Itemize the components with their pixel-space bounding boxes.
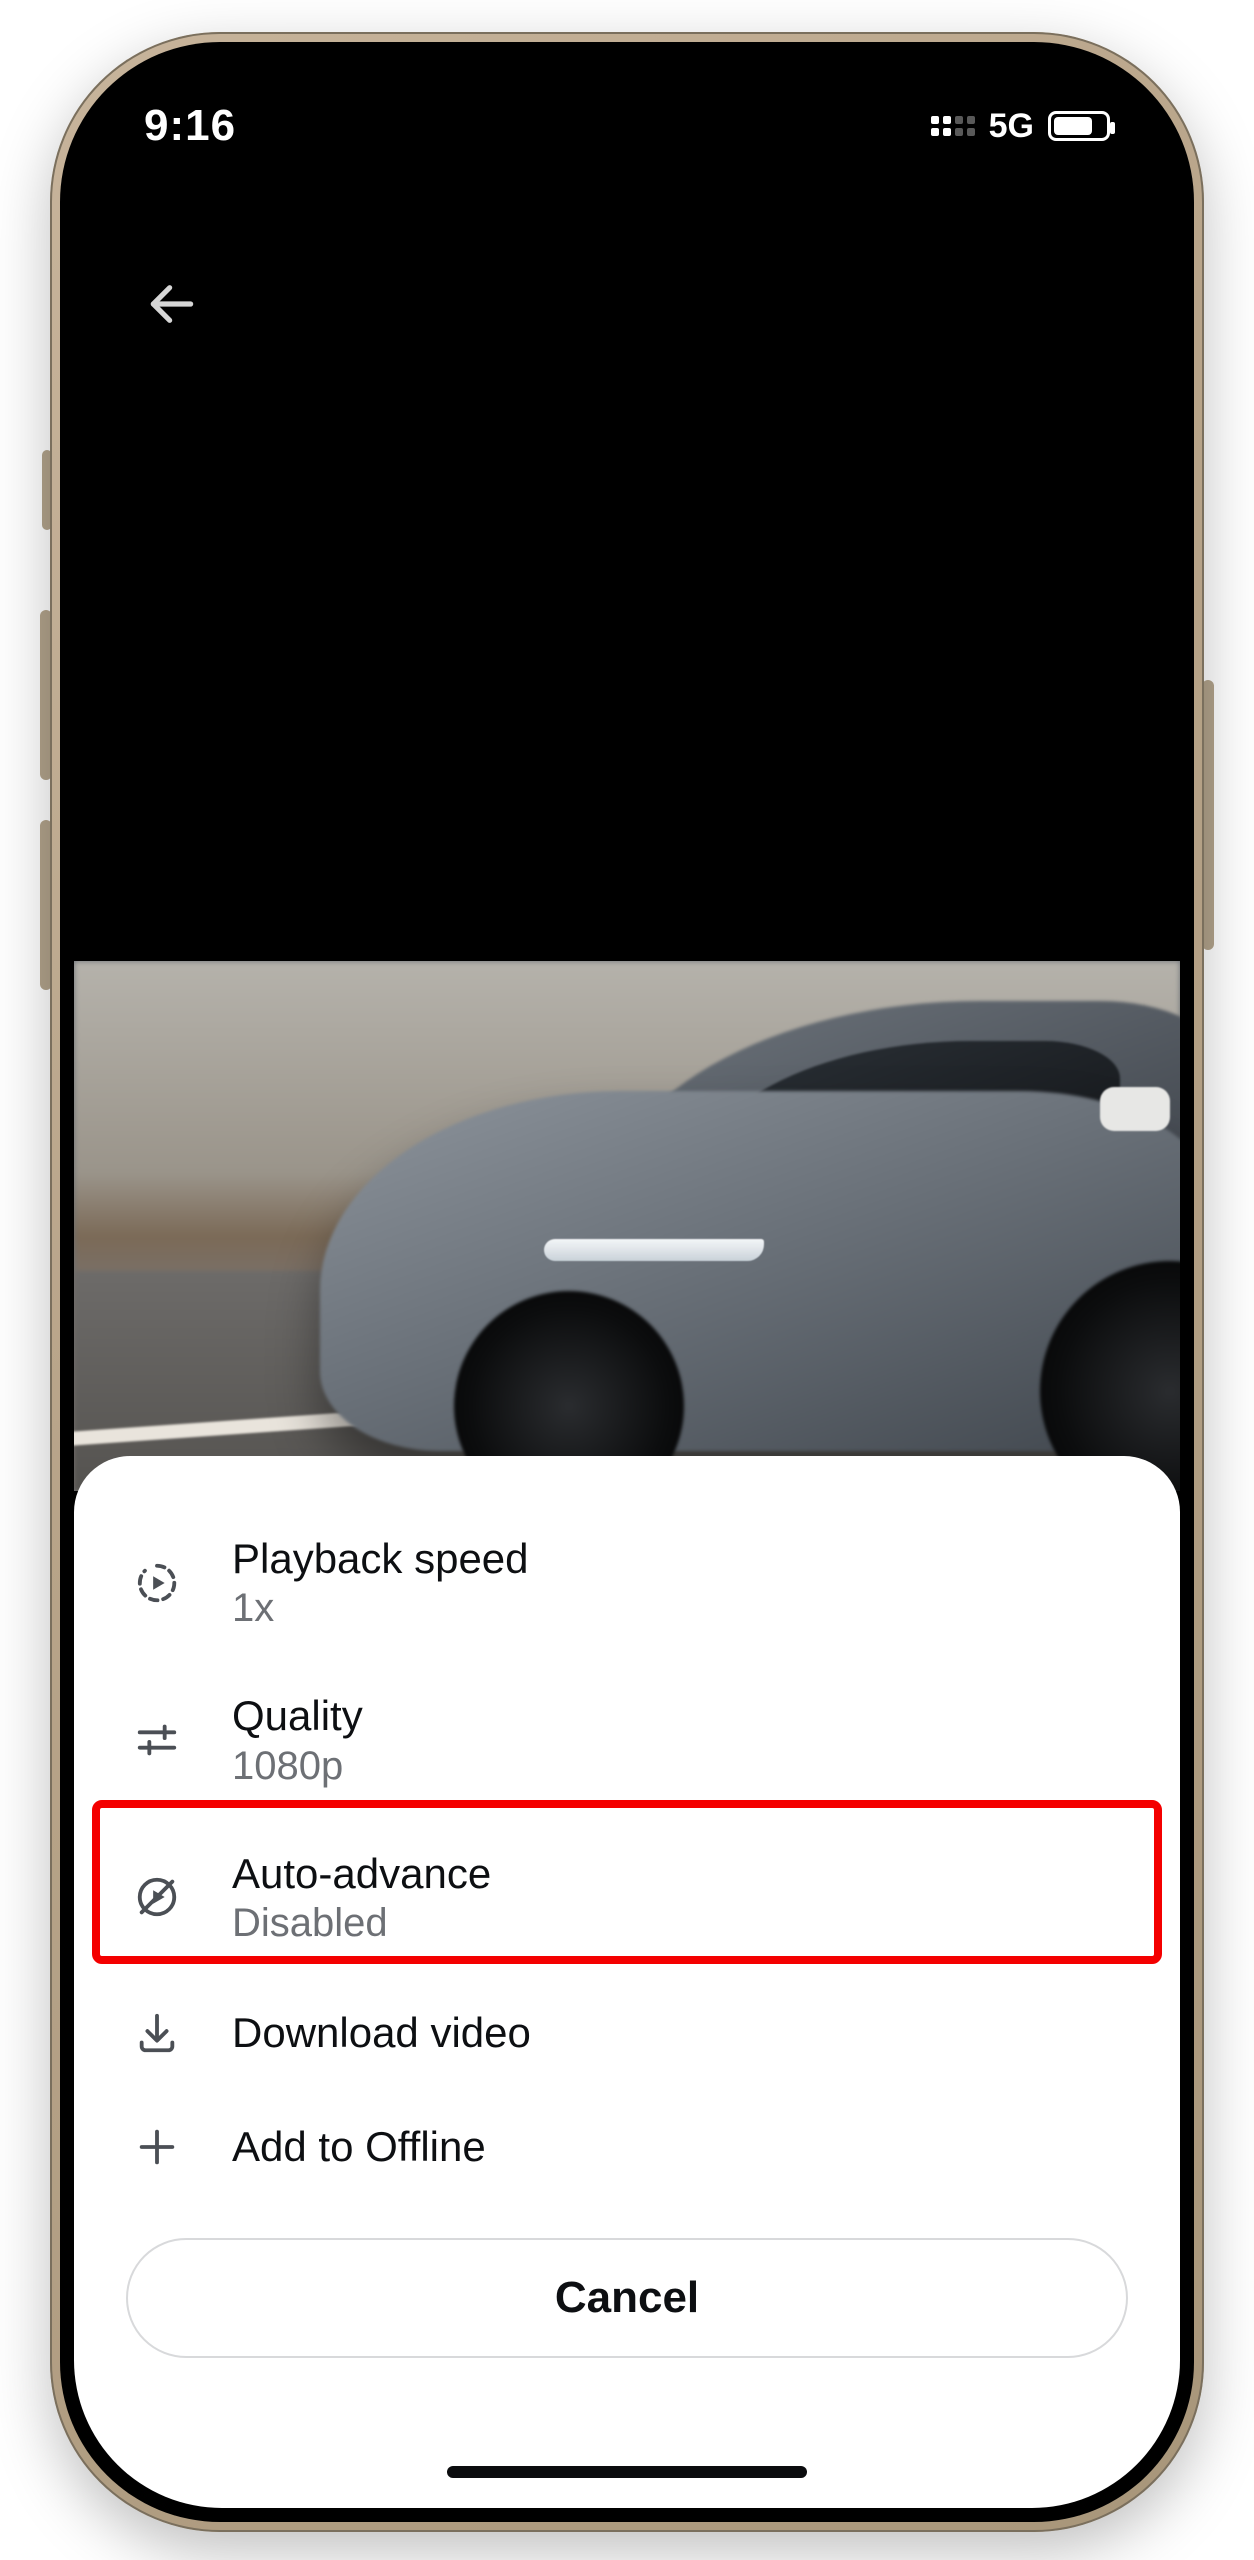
playback-speed-label: Playback speed <box>232 1534 529 1584</box>
status-time: 9:16 <box>144 101 236 151</box>
plus-icon <box>130 2120 184 2174</box>
quality-value: 1080p <box>232 1744 363 1789</box>
add-to-offline-label: Add to Offline <box>232 2122 486 2172</box>
phone-frame: 9:16 5G <box>50 32 1204 2532</box>
auto-advance-value: Disabled <box>232 1901 491 1946</box>
quality-row[interactable]: Quality 1080p <box>114 1665 1140 1814</box>
auto-advance-label: Auto-advance <box>232 1849 491 1899</box>
playback-speed-value: 1x <box>232 1586 529 1631</box>
dynamic-island <box>467 94 787 172</box>
auto-advance-icon <box>130 1870 184 1924</box>
options-sheet: Playback speed 1x Quality <box>74 1456 1180 2508</box>
auto-advance-row[interactable]: Auto-advance Disabled <box>114 1823 1140 1972</box>
download-video-row[interactable]: Download video <box>114 1980 1140 2086</box>
screen: 9:16 5G <box>74 56 1180 2508</box>
home-indicator[interactable] <box>447 2466 807 2478</box>
back-button[interactable] <box>144 276 204 336</box>
cancel-label: Cancel <box>555 2273 699 2323</box>
video-player[interactable] <box>74 961 1180 1491</box>
add-to-offline-row[interactable]: Add to Offline <box>114 2094 1140 2200</box>
sliders-icon <box>130 1713 184 1767</box>
battery-icon <box>1048 111 1110 141</box>
network-label: 5G <box>989 107 1034 146</box>
quality-label: Quality <box>232 1691 363 1741</box>
download-video-label: Download video <box>232 2008 531 2058</box>
cellular-signal-icon <box>931 116 975 136</box>
cancel-button[interactable]: Cancel <box>126 2238 1128 2358</box>
playback-speed-row[interactable]: Playback speed 1x <box>114 1508 1140 1657</box>
download-icon <box>130 2006 184 2060</box>
playback-speed-icon <box>130 1556 184 1610</box>
